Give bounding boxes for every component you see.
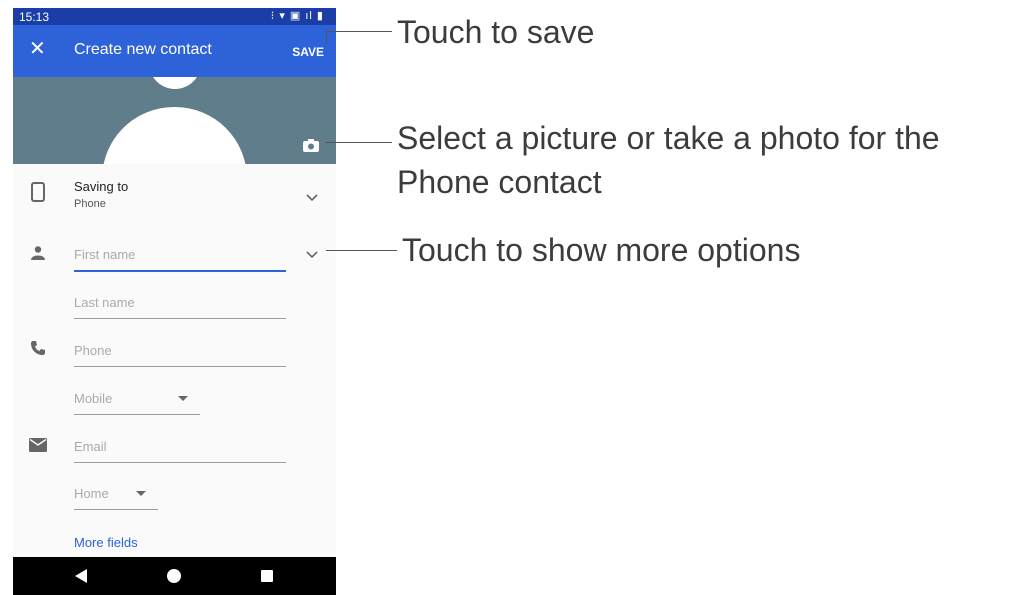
save-callout-tick (326, 31, 327, 43)
save-annotation: Touch to save (397, 14, 595, 50)
home-icon[interactable] (167, 569, 181, 583)
camera-icon[interactable] (303, 139, 319, 152)
save-button[interactable]: SAVE (292, 45, 324, 59)
phone-underline (74, 366, 286, 367)
saving-to-value: Phone (74, 198, 106, 210)
photo-callout-line (326, 142, 392, 143)
recents-icon[interactable] (261, 570, 273, 582)
close-icon[interactable]: ✕ (29, 38, 46, 60)
name-fields-chevron-down-icon[interactable] (306, 251, 318, 259)
photo-annotation: Select a picture or take a photo for the… (397, 120, 940, 200)
contact-photo-area[interactable] (13, 77, 336, 164)
app-bar: ✕ Create new contact SAVE (13, 25, 336, 77)
phone-input[interactable]: Phone (74, 343, 112, 358)
options-annotation: Touch to show more options (402, 232, 801, 268)
more-fields-link[interactable]: More fields (74, 535, 138, 550)
person-icon (31, 246, 45, 260)
last-name-underline (74, 318, 286, 319)
email-type-dropdown-icon[interactable] (136, 491, 146, 496)
back-icon[interactable] (75, 569, 87, 583)
last-name-input[interactable]: Last name (74, 295, 135, 310)
avatar-shoulders (102, 107, 247, 164)
page-title: Create new contact (74, 41, 212, 58)
status-icons: ⁝ ▾ ▣ ıl ▮ (270, 10, 324, 22)
navigation-bar (13, 557, 336, 595)
email-type-underline (74, 509, 158, 510)
phone-type-underline (74, 414, 200, 415)
status-bar: 15:13 ⁝ ▾ ▣ ıl ▮ (13, 8, 336, 25)
status-time: 15:13 (19, 10, 50, 24)
phone-type-dropdown-icon[interactable] (178, 396, 188, 401)
save-callout-line (326, 31, 392, 32)
saving-to-label: Saving to (74, 179, 129, 194)
email-type-select[interactable]: Home (74, 486, 109, 501)
phone-type-select[interactable]: Mobile (74, 391, 112, 406)
email-underline (74, 462, 286, 463)
phone-device-icon (31, 182, 45, 202)
account-chevron-down-icon[interactable] (306, 194, 318, 202)
options-callout-line (326, 250, 397, 251)
avatar-head (149, 77, 201, 89)
first-name-input[interactable]: First name (74, 247, 135, 262)
phone-icon (31, 341, 45, 355)
email-icon (29, 438, 47, 452)
email-input[interactable]: Email (74, 439, 107, 454)
first-name-underline (74, 270, 286, 272)
phone-screen: 15:13 ⁝ ▾ ▣ ıl ▮ ✕ Create new contact SA… (13, 8, 336, 595)
